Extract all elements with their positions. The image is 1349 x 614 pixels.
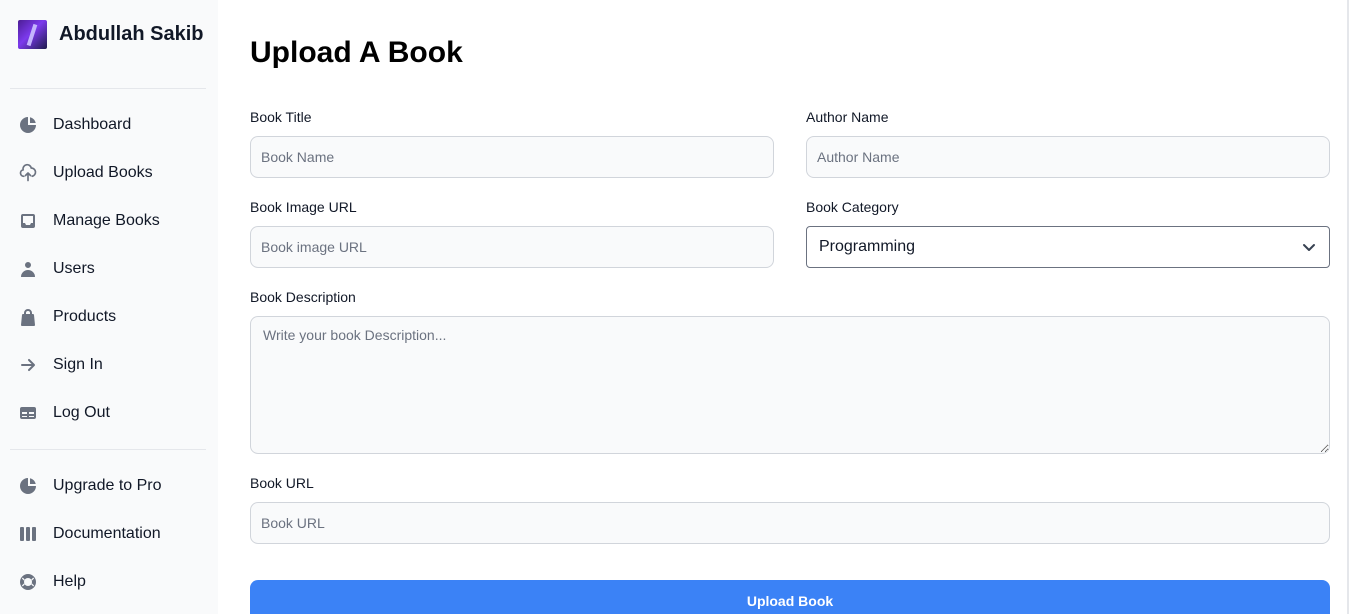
chart-pie-icon xyxy=(18,115,38,135)
book-url-input[interactable] xyxy=(250,502,1330,544)
page-title: Upload A Book xyxy=(250,36,463,69)
book-image-url-input[interactable] xyxy=(250,226,774,268)
sidebar-divider xyxy=(10,449,206,450)
user-icon xyxy=(18,259,38,279)
sidebar: Abdullah Sakib Dashboard Upload Books Ma… xyxy=(0,0,218,614)
chevron-down-icon xyxy=(1303,244,1315,251)
sidebar-item-users[interactable]: Users xyxy=(10,249,206,289)
shopping-bag-icon xyxy=(18,307,38,327)
book-description-label: Book Description xyxy=(250,289,356,305)
upload-book-form: Upload A Book Book Title Author Name Boo… xyxy=(218,0,1349,614)
sidebar-item-log-out[interactable]: Log Out xyxy=(10,393,206,433)
sidebar-divider xyxy=(10,88,206,89)
sidebar-item-products[interactable]: Products xyxy=(10,297,206,337)
sidebar-item-documentation[interactable]: Documentation xyxy=(10,514,206,554)
sidebar-item-manage-books[interactable]: Manage Books xyxy=(10,201,206,241)
sidebar-item-dashboard[interactable]: Dashboard xyxy=(10,105,206,145)
view-boards-icon xyxy=(18,524,38,544)
sidebar-item-label: Dashboard xyxy=(53,116,132,133)
book-category-label: Book Category xyxy=(806,199,899,215)
book-description-textarea[interactable] xyxy=(250,316,1330,454)
sidebar-item-upgrade-to-pro[interactable]: Upgrade to Pro xyxy=(10,466,206,506)
book-title-input[interactable] xyxy=(250,136,774,178)
table-icon xyxy=(18,403,38,423)
sidebar-item-label: Log Out xyxy=(53,404,110,421)
brand[interactable]: Abdullah Sakib xyxy=(18,20,203,49)
sidebar-item-label: Sign In xyxy=(53,356,103,373)
arrow-right-icon xyxy=(18,355,38,375)
book-category-value: Programming xyxy=(819,238,916,255)
support-icon xyxy=(18,572,38,592)
author-name-label: Author Name xyxy=(806,109,889,125)
sidebar-item-sign-in[interactable]: Sign In xyxy=(10,345,206,385)
cloud-upload-icon xyxy=(18,163,38,183)
sidebar-item-label: Users xyxy=(53,260,95,277)
sidebar-item-label: Upgrade to Pro xyxy=(53,477,162,494)
author-name-input[interactable] xyxy=(806,136,1330,178)
book-category-select[interactable]: Programming xyxy=(806,226,1330,268)
user-name: Abdullah Sakib xyxy=(59,23,204,45)
book-title-label: Book Title xyxy=(250,109,312,125)
sidebar-item-label: Products xyxy=(53,308,117,325)
book-image-url-label: Book Image URL xyxy=(250,199,357,215)
sidebar-item-label: Upload Books xyxy=(53,164,153,181)
sidebar-item-upload-books[interactable]: Upload Books xyxy=(10,153,206,193)
book-url-label: Book URL xyxy=(250,475,314,491)
inbox-icon xyxy=(18,211,38,231)
avatar xyxy=(18,20,47,49)
chart-pie-icon xyxy=(18,476,38,496)
sidebar-item-label: Documentation xyxy=(53,525,161,542)
sidebar-item-help[interactable]: Help xyxy=(10,562,206,602)
sidebar-item-label: Help xyxy=(53,573,86,590)
sidebar-item-label: Manage Books xyxy=(53,212,160,229)
upload-book-button[interactable]: Upload Book xyxy=(250,580,1330,614)
